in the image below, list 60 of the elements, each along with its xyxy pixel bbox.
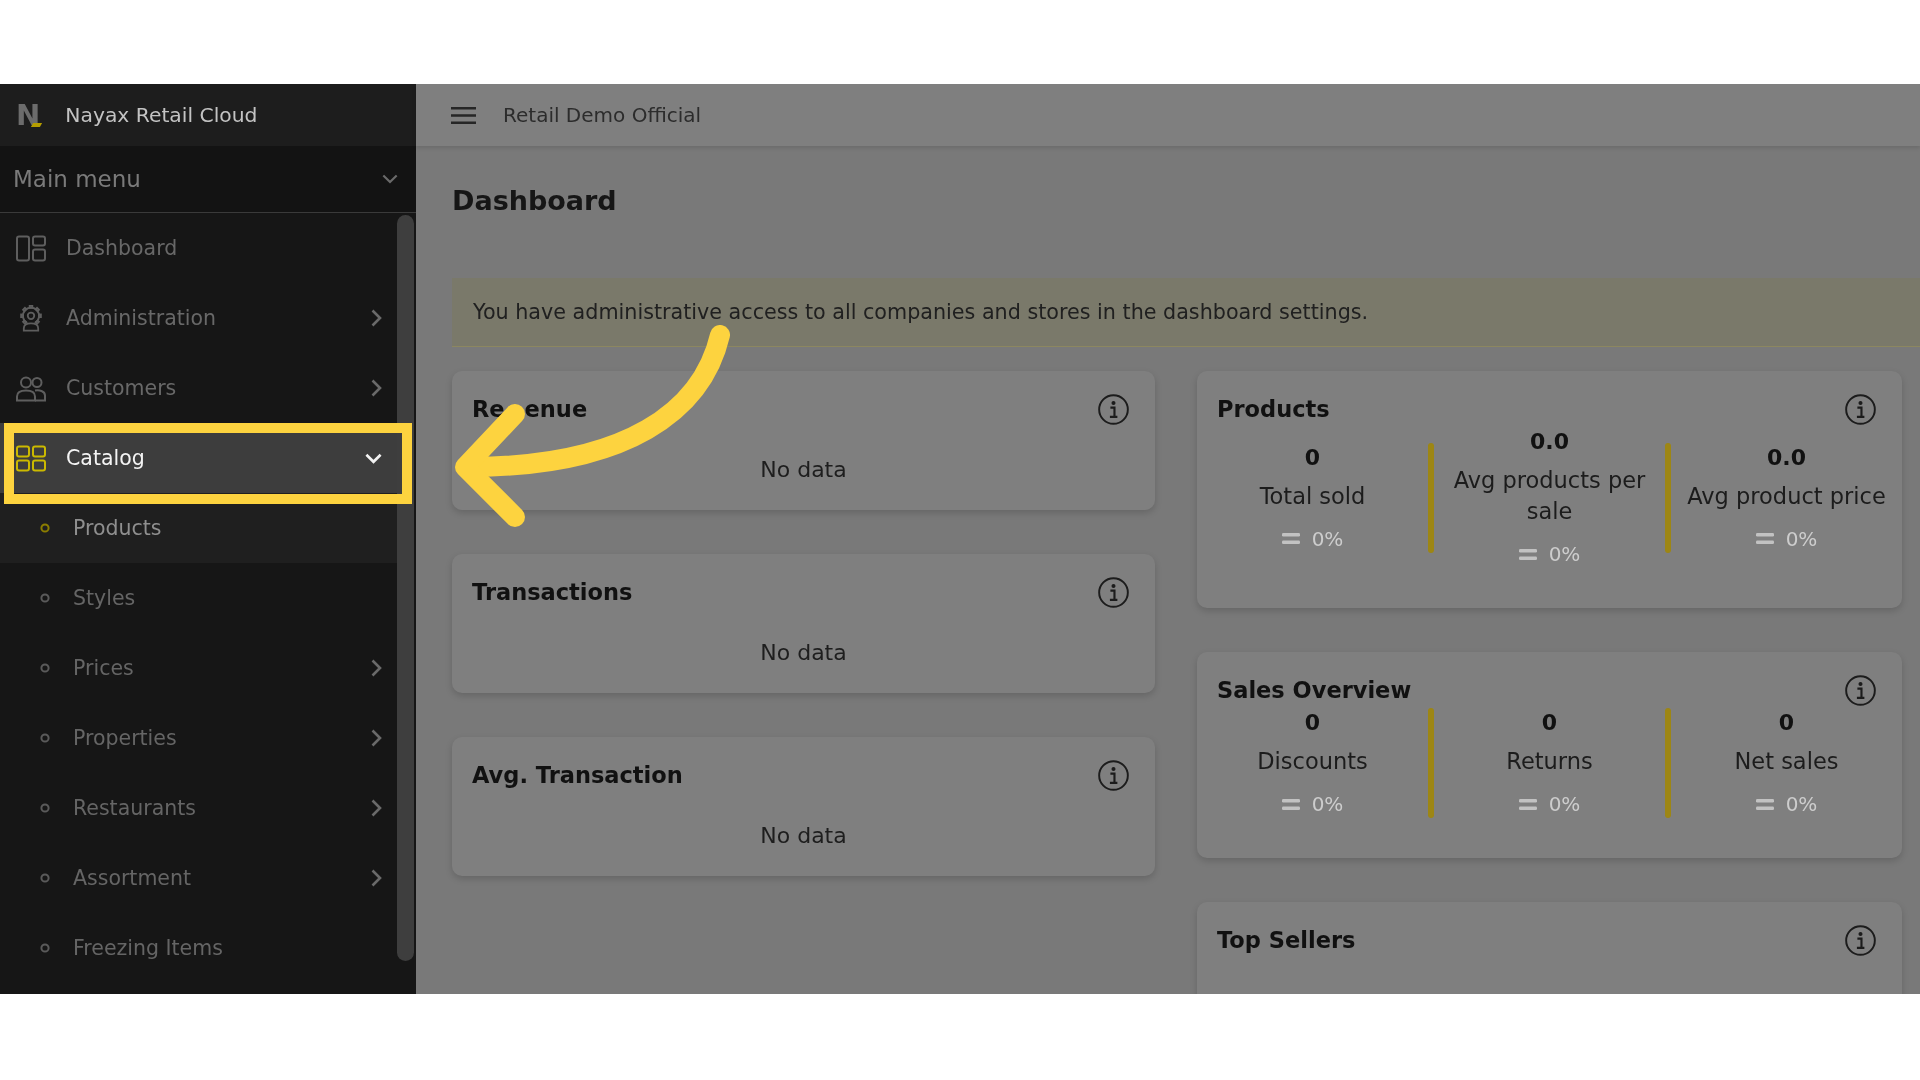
stat-value: 0 — [1540, 709, 1559, 737]
stat-label: Discounts — [1256, 747, 1369, 776]
info-icon[interactable] — [1098, 759, 1129, 791]
stat-label: Avg product price — [1686, 481, 1887, 511]
info-icon[interactable] — [1845, 674, 1876, 706]
sidebar-item[interactable]: Administration — [0, 283, 397, 353]
layout-icon — [16, 234, 46, 262]
stat-change: 0% — [1311, 791, 1344, 818]
stat-change: 0% — [1785, 791, 1818, 818]
notice-banner: You have administrative access to all companies and stores in the dashboard settings. — [452, 278, 1920, 347]
sidebar-subitem[interactable]: Styles — [0, 563, 397, 633]
stat-value: 0 — [1303, 709, 1322, 737]
bullet-ring-icon — [40, 593, 50, 603]
stat-label: Net sales — [1733, 747, 1840, 776]
card-title: Top Sellers — [1217, 927, 1356, 953]
sidebar-subitem[interactable]: Prices — [0, 633, 397, 703]
stat-value: 0 — [1777, 709, 1796, 737]
bullet-ring-icon — [40, 803, 50, 813]
sidebar-subitem[interactable]: Assortment — [0, 843, 397, 913]
sidebar-item[interactable]: Dashboard — [0, 213, 397, 283]
info-icon[interactable] — [1098, 393, 1129, 425]
bullet-ring-icon — [40, 733, 50, 743]
brand-name: Nayax Retail Cloud — [65, 103, 258, 127]
bullet-ring-icon — [40, 663, 50, 673]
stat-label: Total sold — [1258, 481, 1367, 511]
card-title: Transactions — [472, 579, 633, 605]
empty-message: No data — [759, 822, 848, 850]
stat-value: 0 — [1303, 443, 1322, 472]
info-icon[interactable] — [1098, 576, 1129, 608]
stat-label: Avg products per sale — [1452, 466, 1647, 526]
sidebar-subitem[interactable]: Properties — [0, 703, 397, 773]
grid-icon — [16, 444, 46, 472]
card-title: Products — [1217, 396, 1330, 422]
menu-icon[interactable] — [451, 106, 476, 124]
stat-change: 0% — [1311, 525, 1344, 553]
bullet-ring-icon — [40, 943, 50, 953]
card-title: Sales Overview — [1217, 677, 1412, 703]
users-icon — [16, 374, 46, 402]
stat-value: 0.0 — [1529, 428, 1570, 456]
empty-message: No data — [759, 456, 848, 484]
bullet-ring-icon — [40, 873, 50, 883]
stat-change: 0% — [1548, 541, 1581, 568]
sidebar-subitem[interactable]: Freezing Items — [0, 913, 397, 983]
stat-change: 0% — [1785, 525, 1818, 553]
card-title: Avg. Transaction — [472, 762, 683, 788]
stat-change: 0% — [1548, 791, 1581, 818]
empty-message: No data — [759, 639, 848, 667]
stat-value: 0.0 — [1766, 443, 1807, 472]
info-icon[interactable] — [1845, 393, 1876, 425]
card-title: enue — [524, 396, 588, 422]
stat-label: Returns — [1505, 747, 1594, 776]
bullet-ring-icon — [40, 523, 50, 533]
card-title: Re — [472, 396, 505, 422]
brand-logo: N — [16, 100, 41, 130]
sidebar-subitem[interactable]: Restaurants — [0, 773, 397, 843]
scrollbar-thumb[interactable] — [397, 215, 414, 961]
page-title: Dashboard — [452, 184, 618, 218]
store-name: Retail Demo Official — [503, 103, 702, 127]
info-icon[interactable] — [1845, 924, 1876, 956]
sidebar-item[interactable]: Customers — [0, 353, 397, 423]
